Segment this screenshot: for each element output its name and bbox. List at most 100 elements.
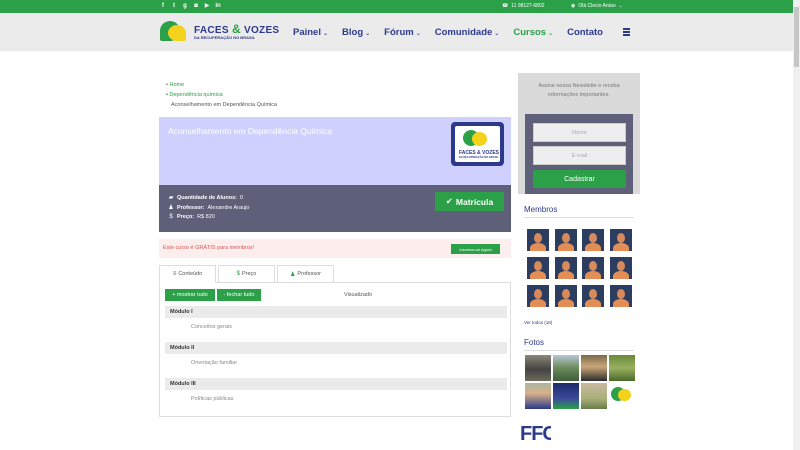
facebook-icon[interactable]: f (160, 3, 166, 9)
dollar-icon: $ (236, 271, 240, 277)
nav-painel[interactable]: Painel ⌄ (293, 27, 328, 38)
check-icon: ✔ (445, 196, 453, 206)
teacher-row: ♟ Professor: Alexandre Araujo (168, 204, 250, 212)
price-row: $ Preço: R$ 820 (169, 214, 215, 220)
newsletter-widget: Assine nossa Newslette e receba informaç… (518, 73, 640, 194)
main-header: FACES & VOZES DA RECUPERAÇÃO NO BRASIL P… (0, 13, 793, 51)
tab-preco[interactable]: $ Preço (218, 265, 275, 283)
instagram-icon[interactable]: ◙ (193, 3, 199, 9)
see-all-members-link[interactable]: Ver todos (18) (524, 320, 552, 325)
phone-number: 11 98127-6802 (511, 3, 545, 9)
enroll-button[interactable]: ✔ Matrícula (435, 192, 504, 211)
nav-forum[interactable]: Fórum ⌄ (384, 27, 421, 38)
tab-professor[interactable]: ♟ Professor (277, 265, 334, 283)
logo-title: FACES & VOZES (194, 22, 280, 36)
chevron-down-icon: ⌄ (365, 31, 371, 37)
course-info-box: ▰ Quantidade de Alunos: 0 ♟ Professor: Ale… (159, 185, 511, 232)
twitter-icon[interactable]: t (171, 3, 177, 9)
user-menu[interactable]: ◉ Olá Clecio Antao ⌄ (571, 3, 623, 9)
member-avatar[interactable] (582, 285, 604, 307)
lesson-item[interactable]: Políticas públicas (191, 396, 234, 402)
course-tabs: ≡ Conteúdo $ Preço ♟ Professor (159, 265, 511, 283)
nav-comunidade[interactable]: Comunidade ⌄ (435, 27, 500, 38)
member-avatar[interactable] (610, 257, 632, 279)
member-avatar[interactable] (555, 229, 577, 251)
scrollbar-thumb[interactable] (794, 7, 799, 67)
module-header[interactable]: Módulo II (165, 342, 507, 354)
close-all-button[interactable]: - fechar tudo (217, 289, 261, 301)
dollar-icon: $ (169, 214, 173, 220)
divider (524, 350, 634, 351)
lesson-item[interactable]: Conceitos gerais (191, 324, 232, 330)
photo-thumbnail[interactable] (553, 355, 579, 381)
user-icon: ◉ (571, 3, 576, 9)
photo-thumbnail[interactable] (553, 383, 579, 409)
main-nav: Painel ⌄ Blog ⌄ Fórum ⌄ Comunidade ⌄ Cursos ⌄… (293, 27, 617, 38)
breadcrumb-current: Aconselhamento em Dependência Química (171, 102, 278, 108)
nav-contato[interactable]: Contato (567, 27, 603, 38)
site-logo[interactable]: FACES & VOZES DA RECUPERAÇÃO NO BRASIL (160, 21, 279, 45)
photo-thumbnail[interactable] (609, 383, 635, 409)
students-row: ▰ Quantidade de Alunos: 0 (168, 194, 244, 202)
subscribe-button[interactable]: Cadastrar (533, 170, 626, 188)
viewed-column-header: Visualizado (344, 292, 373, 298)
course-title: Aconselhamento em Dependência Química (168, 126, 332, 136)
subscribe-now-button[interactable]: Inscreva-se Agora (451, 244, 500, 254)
breadcrumb-home[interactable]: Home (166, 80, 277, 90)
partial-logo-image: FFC (520, 423, 551, 445)
youtube-icon[interactable]: ▶ (204, 3, 210, 9)
chevron-down-icon: ⌄ (548, 31, 554, 37)
user-icon: ♟ (290, 271, 296, 278)
logo-yellow-bubble-icon (472, 132, 487, 146)
photo-thumbnail[interactable] (609, 355, 635, 381)
member-avatar[interactable] (610, 285, 632, 307)
photo-thumbnail[interactable] (525, 355, 551, 381)
name-field[interactable]: Nome (533, 123, 626, 142)
chevron-down-icon: ⌄ (494, 31, 500, 37)
tab-conteudo[interactable]: ≡ Conteúdo (159, 265, 216, 283)
logo-yellow-bubble-icon (168, 25, 186, 41)
divider (524, 217, 634, 218)
social-links: f t g ◙ ▶ in (160, 3, 221, 9)
chevron-down-icon: ⌄ (323, 31, 329, 37)
course-content: + mostrar tudo - fechar tudo Visualizado… (159, 283, 511, 417)
free-course-alert: Este curso é GRÁTIS para membros! Inscre… (159, 239, 511, 258)
photo-thumbnail[interactable] (581, 383, 607, 409)
photos-title: Fotos (524, 338, 545, 347)
member-avatar[interactable] (610, 229, 632, 251)
phone-contact: ☎ 11 98127-6802 (502, 3, 545, 9)
menu-icon[interactable] (623, 28, 630, 36)
free-course-text: Este curso é GRÁTIS para membros! (163, 245, 255, 251)
photo-thumbnail[interactable] (525, 383, 551, 409)
module-header[interactable]: Módulo I (165, 306, 507, 318)
user-greeting: Olá Clecio Antao (578, 3, 616, 9)
breadcrumb: Home Dependência química Aconselhamento … (166, 80, 277, 110)
newsletter-text: Assine nossa Newslette e receba informaç… (538, 83, 620, 98)
nav-blog[interactable]: Blog ⌄ (342, 27, 370, 38)
photo-thumbnail[interactable] (581, 355, 607, 381)
logo-subtitle: DA RECUPERAÇÃO NO BRASIL (194, 35, 256, 40)
newsletter-form: Nome E-mail Cadastrar (525, 114, 633, 194)
show-all-button[interactable]: + mostrar tudo (165, 289, 215, 301)
member-avatar[interactable] (527, 229, 549, 251)
lesson-item[interactable]: Orientação familiar (191, 360, 237, 366)
google-plus-icon[interactable]: g (182, 3, 188, 9)
phone-icon: ☎ (502, 3, 509, 9)
nav-cursos[interactable]: Cursos ⌄ (513, 27, 553, 38)
graduation-cap-icon: ▰ (168, 195, 174, 201)
linkedin-icon[interactable]: in (215, 3, 221, 9)
email-field[interactable]: E-mail (533, 146, 626, 165)
breadcrumb-category[interactable]: Dependência química (166, 90, 277, 100)
member-avatar[interactable] (582, 229, 604, 251)
member-avatar[interactable] (527, 285, 549, 307)
member-avatar[interactable] (582, 257, 604, 279)
chevron-down-icon: ⌄ (618, 3, 623, 9)
member-avatar[interactable] (555, 285, 577, 307)
course-logo: FACES & VOZES DA RECUPERAÇÃO NO BRASIL (451, 122, 504, 166)
chevron-down-icon: ⌄ (415, 31, 421, 37)
member-avatar[interactable] (527, 257, 549, 279)
member-avatar[interactable] (555, 257, 577, 279)
top-bar: f t g ◙ ▶ in ☎ 11 98127-6802 ◉ Olá Cleci… (0, 0, 793, 13)
page-scrollbar[interactable] (793, 0, 800, 450)
module-header[interactable]: Módulo III (165, 378, 507, 390)
